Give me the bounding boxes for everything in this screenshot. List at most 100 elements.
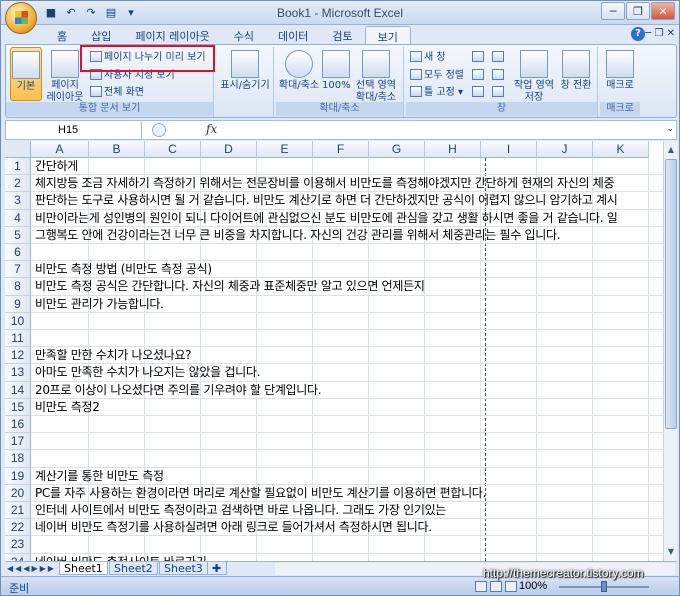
row-header[interactable]: 15 [5, 398, 31, 416]
cell-a2[interactable]: 체지방등 조금 자세하기 측정하기 위해서는 전문장비를 이용해서 비만도를 측… [35, 175, 614, 192]
cell-a14[interactable]: 20프로 이상이 나오셨다면 주의를 기우려야 할 단계입니다. [35, 382, 322, 399]
row-header[interactable]: 18 [5, 450, 31, 468]
sheet-tab-2[interactable]: Sheet2 [109, 562, 158, 575]
cell-a1[interactable]: 간단하게 [35, 158, 78, 175]
row-header[interactable]: 17 [5, 433, 31, 451]
tab-review[interactable]: 검토 [320, 26, 364, 44]
unhide-button[interactable] [472, 85, 486, 101]
cell-a20[interactable]: PC를 자주 사용하는 환경이라면 머리로 계산할 필요없이 비만도 계산기를 … [35, 485, 486, 502]
cell-a7[interactable]: 비만도 측정 방법 (비만도 측정 공식) [35, 261, 212, 278]
new-window-button[interactable]: 새 창 [410, 50, 446, 66]
row-header[interactable]: 3 [5, 192, 31, 210]
tab-view[interactable]: 보기 [364, 26, 411, 44]
cell-a4[interactable]: 비만이라는게 성인병의 원인이 되니 다이어트에 관심없으신 분도 비만도에 관… [35, 210, 618, 227]
column-header[interactable]: A [31, 141, 89, 158]
full-screen-button[interactable]: 전체 화면 [90, 85, 144, 101]
sheet-nav-icon[interactable]: ◀◀◀▶▶▶ [7, 562, 56, 576]
row-header[interactable]: 19 [5, 467, 31, 485]
hide-button[interactable] [472, 68, 486, 84]
zoom-selection-button[interactable]: 선택 영역 확대/축소 [352, 47, 400, 104]
scroll-up-icon[interactable]: ▲ [665, 143, 677, 157]
column-header[interactable]: F [313, 141, 369, 158]
zoom-100-button[interactable]: 100% [322, 47, 351, 92]
cell-a13[interactable]: 아마도 만족한 수치가 나오지는 않았을 겁니다. [35, 364, 260, 381]
sheet-tab-3[interactable]: Sheet3 [159, 562, 208, 575]
column-header[interactable]: G [369, 141, 425, 158]
column-header[interactable]: J [537, 141, 593, 158]
macros-button[interactable]: 매크로 [602, 47, 638, 92]
expand-formula-icon[interactable]: ⌄ [666, 124, 674, 134]
office-button[interactable] [5, 2, 37, 34]
column-header[interactable]: H [425, 141, 481, 158]
row-header[interactable]: 24 [5, 553, 31, 561]
row-header[interactable]: 9 [5, 295, 31, 313]
normal-view-button[interactable]: 기본 [10, 47, 42, 101]
close-icon[interactable]: ✕ [651, 2, 675, 20]
select-all-corner[interactable] [5, 141, 31, 158]
insert-sheet-icon[interactable]: ✚ [207, 562, 227, 575]
cell-a15[interactable]: 비만도 측정2 [35, 399, 100, 416]
view-side-by-side-button[interactable] [492, 50, 506, 66]
column-header[interactable]: K [593, 141, 649, 158]
row-header[interactable]: 1 [5, 158, 31, 176]
restore-icon[interactable]: ❐ [626, 2, 650, 20]
row-header[interactable]: 20 [5, 484, 31, 502]
page-layout-view-button[interactable]: 페이지 레이아웃 [46, 47, 84, 104]
minimize-icon[interactable]: ─ [601, 2, 625, 20]
scroll-thumb[interactable] [665, 159, 677, 429]
zoom-button[interactable]: 확대/축소 [278, 47, 320, 92]
cell-a9[interactable]: 비만도 관리가 가능합니다. [35, 296, 164, 313]
arrange-all-button[interactable]: 모두 정렬 [410, 68, 464, 84]
tab-page-layout[interactable]: 페이지 레이아웃 [123, 26, 221, 44]
zoom-level[interactable]: 100% [519, 580, 547, 592]
cell-a22[interactable]: 네이버 비만도 측정기를 사용하실려면 아래 링크로 들어가셔서 측정하시면 됩… [35, 519, 432, 536]
row-header[interactable]: 7 [5, 261, 31, 279]
normal-view-shortcut-icon[interactable] [475, 581, 487, 592]
vertical-scrollbar[interactable]: ▲ ▼ [663, 141, 677, 561]
help-icon[interactable]: ? [631, 27, 645, 41]
tab-home[interactable]: 홈 [45, 26, 79, 44]
formula-cancel-icon[interactable] [152, 123, 166, 137]
row-header[interactable]: 16 [5, 416, 31, 434]
row-header[interactable]: 23 [5, 536, 31, 554]
row-header[interactable]: 2 [5, 175, 31, 193]
show-hide-button[interactable]: 표시/숨기기 [220, 47, 270, 92]
cell-a21[interactable]: 인터네 사이트에서 비만도 측정이라고 검색하면 바로 나옵니다. 그래도 가장… [35, 502, 446, 519]
tab-data[interactable]: 데이터 [266, 26, 320, 44]
row-header[interactable]: 8 [5, 278, 31, 296]
column-header[interactable]: C [145, 141, 201, 158]
scroll-down-icon[interactable]: ▼ [665, 545, 677, 559]
row-header[interactable]: 21 [5, 502, 31, 520]
save-workspace-button[interactable]: 작업 영역 저장 [512, 47, 556, 104]
row-header[interactable]: 4 [5, 209, 31, 227]
page-break-shortcut-icon[interactable] [505, 581, 517, 592]
cell-a3[interactable]: 판단하는 도구로 사용하시면 될 거 같습니다. 비만도 계산기로 하면 더 간… [35, 192, 618, 209]
split-button[interactable] [472, 50, 486, 66]
tab-formulas[interactable]: 수식 [222, 26, 266, 44]
row-header[interactable]: 12 [5, 347, 31, 365]
tab-insert[interactable]: 삽입 [79, 26, 123, 44]
cell-a12[interactable]: 만족할 만한 수치가 나오셨나요? [35, 347, 192, 364]
sync-scroll-button[interactable] [492, 68, 506, 84]
reset-position-button[interactable] [492, 85, 506, 101]
switch-windows-button[interactable]: 창 전환 [558, 47, 594, 92]
column-header[interactable]: D [201, 141, 257, 158]
zoom-slider-knob[interactable] [601, 581, 607, 592]
row-header[interactable]: 22 [5, 519, 31, 537]
worksheet-grid[interactable]: A B C D E F G H I J K 1 간단하게 2 체지방등 조금 자세하기 측정하기 위해서는 … [5, 141, 663, 561]
cell-a19[interactable]: 계산기를 통한 비만도 측정 [35, 468, 164, 485]
freeze-panes-button[interactable]: 틀 고정 ▾ [410, 85, 463, 101]
row-header[interactable]: 13 [5, 364, 31, 382]
page-layout-shortcut-icon[interactable] [490, 581, 502, 592]
column-header[interactable]: I [481, 141, 537, 158]
cell-a8[interactable]: 비만도 측정 공식은 간단합니다. 자신의 체중과 표준체중만 알고 있으면 언… [35, 278, 425, 295]
row-header[interactable]: 5 [5, 226, 31, 244]
row-header[interactable]: 6 [5, 244, 31, 262]
cell-a5[interactable]: 그행복도 안에 건강이라는건 너무 큰 비중을 차지합니다. 자신의 건강 관리… [35, 227, 561, 244]
workbook-window-controls[interactable]: ─ ❐ ✕ [645, 28, 675, 39]
column-header[interactable]: E [257, 141, 313, 158]
row-header[interactable]: 10 [5, 312, 31, 330]
column-header[interactable]: B [89, 141, 145, 158]
sheet-tab-1[interactable]: Sheet1 [59, 562, 108, 575]
cell-a24[interactable]: 네이버 비만도 측정사이트 바로가기 [35, 554, 207, 561]
